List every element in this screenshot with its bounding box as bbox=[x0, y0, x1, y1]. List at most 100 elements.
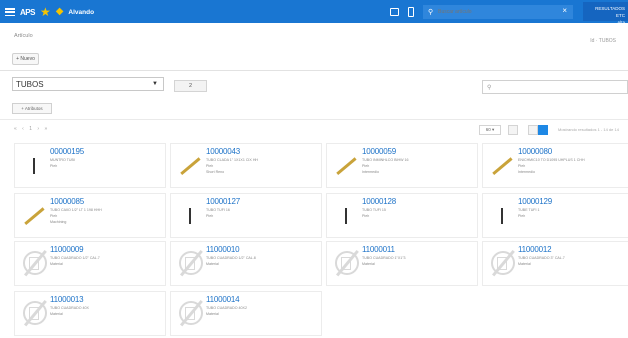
product-type: Material bbox=[206, 312, 219, 316]
product-card[interactable]: 00000195 MUNTRO TUBI Pieh bbox=[14, 143, 166, 188]
brand-name[interactable]: Alvando bbox=[68, 9, 94, 16]
top-bar-left: APS ★ ◆ Alvando bbox=[5, 5, 94, 19]
star-icon[interactable]: ★ bbox=[40, 6, 51, 18]
product-type: Pieh bbox=[362, 214, 370, 218]
filter-search[interactable]: ⚲ bbox=[482, 80, 628, 94]
product-type: Pieh bbox=[518, 214, 526, 218]
product-code[interactable]: 11000009 bbox=[50, 245, 84, 254]
product-description: TUBO CAIIO 1/2" LT 1 198 HHH bbox=[50, 208, 102, 212]
product-description: ENICHMIC10 TO D1095 UHPLUS 1 CHH bbox=[518, 158, 585, 162]
product-card[interactable]: 10000085 TUBO CAIIO 1/2" LT 1 198 HHH Pieh… bbox=[14, 193, 166, 238]
product-type: Material bbox=[518, 262, 531, 266]
phone-icon[interactable] bbox=[408, 6, 414, 17]
product-code[interactable]: 11000010 bbox=[206, 245, 240, 254]
product-code[interactable]: 10000085 bbox=[50, 197, 84, 206]
product-group: Intermedio bbox=[518, 170, 535, 174]
product-description: TUBO CUADRADO 1/2" CAL.7 bbox=[50, 256, 100, 260]
product-thumbnail bbox=[489, 152, 515, 182]
product-description: MUNTRO TUBI bbox=[50, 158, 75, 162]
product-card[interactable]: 10000059 TUBO INMINHLCO BIHW 16 Pieh Interm… bbox=[326, 143, 478, 188]
product-thumbnail bbox=[21, 152, 47, 182]
global-search-input[interactable] bbox=[438, 8, 549, 15]
product-group: Intermedio bbox=[362, 170, 379, 174]
product-type: Material bbox=[362, 262, 375, 266]
user-role: Alta bbox=[617, 20, 625, 25]
product-description: TUBO CLADA 1" 1X1X1 CIX HH bbox=[206, 158, 259, 162]
product-type: Pieh bbox=[206, 164, 214, 168]
product-code[interactable]: 11000012 bbox=[518, 245, 552, 254]
product-code[interactable]: 10000128 bbox=[362, 197, 396, 206]
product-type: Pieh bbox=[206, 214, 214, 218]
page-id: Id · TUBOS bbox=[590, 38, 616, 44]
product-card[interactable]: 11000011 TUBO CUADRADO 1"X1"3 Material bbox=[326, 241, 478, 286]
product-type: Material bbox=[206, 262, 219, 266]
product-card[interactable]: 10000129 TUBE TUFI 1 Pieh bbox=[482, 193, 628, 238]
product-type: Pieh bbox=[50, 164, 58, 168]
product-thumbnail bbox=[333, 202, 359, 232]
product-card[interactable]: 11000010 TUBO CUADRADO 1/2" CAL.8 Material bbox=[170, 241, 322, 286]
product-thumbnail bbox=[177, 152, 203, 182]
brand-icon: ◆ bbox=[55, 6, 64, 17]
product-description: TUBO TUFI 15 bbox=[362, 208, 386, 212]
product-card[interactable]: 10000128 TUBO TUFI 15 Pieh bbox=[326, 193, 478, 238]
product-card[interactable]: 11000012 TUBO CUADRADO 3" CAL.7 Material bbox=[482, 241, 628, 286]
chat-icon[interactable] bbox=[390, 7, 399, 16]
product-description: TUBO INMINHLCO BIHW 16 bbox=[362, 158, 409, 162]
product-description: TUBO CUADRADO 1/2" CAL.8 bbox=[206, 256, 256, 260]
product-type: Pieh bbox=[362, 164, 370, 168]
product-description: TUBO CUADRADO 40X2 bbox=[206, 306, 247, 310]
product-group: Short Reno bbox=[206, 170, 225, 174]
category-select[interactable]: TUBOS ▼ bbox=[12, 77, 164, 91]
product-card[interactable]: 11000013 TUBO CUADRADO 40X Material bbox=[14, 291, 166, 336]
chevron-down-icon: ▼ bbox=[152, 81, 158, 87]
product-thumbnail bbox=[333, 152, 359, 182]
product-group: Machining bbox=[50, 220, 67, 224]
global-search: ⚲ × bbox=[423, 4, 573, 19]
product-code[interactable]: 11000011 bbox=[362, 245, 395, 254]
app-logo[interactable]: APS bbox=[20, 8, 35, 17]
no-image-icon bbox=[21, 299, 47, 330]
product-card[interactable]: 10000127 TUBO TUFI 16 Pieh bbox=[170, 193, 322, 238]
hamburger-icon[interactable] bbox=[5, 8, 15, 16]
product-code[interactable]: 10000043 bbox=[206, 147, 240, 156]
product-description: TUBO CUADRADO 3" CAL.7 bbox=[518, 256, 565, 260]
search-icon: ⚲ bbox=[487, 84, 492, 91]
product-card[interactable]: 11000009 TUBO CUADRADO 1/2" CAL.7 Material bbox=[14, 241, 166, 286]
divider bbox=[0, 70, 628, 71]
product-thumbnail bbox=[177, 202, 203, 232]
product-description: TUBO CUADRADO 40X bbox=[50, 306, 89, 310]
top-bar: APS ★ ◆ Alvando ⚲ × RESULTADOS ETC Alta bbox=[0, 0, 628, 25]
grid-view-button[interactable] bbox=[528, 125, 538, 135]
product-card[interactable]: 11000014 TUBO CUADRADO 40X2 Material bbox=[170, 291, 322, 336]
attributes-button[interactable]: + Atributos bbox=[12, 103, 52, 114]
pagination[interactable]: « ‹ 1 › » bbox=[14, 126, 49, 132]
product-code[interactable]: 10000059 bbox=[362, 147, 396, 156]
product-card[interactable]: 10000043 TUBO CLADA 1" 1X1X1 CIX HH Pieh Sh… bbox=[170, 143, 322, 188]
product-thumbnail bbox=[489, 202, 515, 232]
product-code[interactable]: 11000013 bbox=[50, 295, 84, 304]
user-menu[interactable]: RESULTADOS ETC Alta bbox=[583, 2, 628, 25]
user-name: RESULTADOS ETC bbox=[595, 6, 625, 18]
count-button[interactable]: 2 bbox=[174, 80, 207, 92]
card-view-button[interactable] bbox=[538, 125, 548, 135]
product-code[interactable]: 10000127 bbox=[206, 197, 240, 206]
product-type: Material bbox=[50, 312, 63, 316]
product-code[interactable]: 00000195 bbox=[50, 147, 84, 156]
product-card[interactable]: 10000080 ENICHMIC10 TO D1095 UHPLUS 1 CHH… bbox=[482, 143, 628, 188]
per-page-select[interactable]: 60 ▾ bbox=[479, 125, 501, 135]
product-type: Pieh bbox=[50, 214, 58, 218]
close-icon[interactable]: × bbox=[562, 6, 567, 15]
new-button[interactable]: + Nuevo bbox=[12, 53, 39, 65]
search-icon[interactable]: ⚲ bbox=[428, 8, 433, 16]
product-code[interactable]: 10000080 bbox=[518, 147, 552, 156]
breadcrumb[interactable]: Artículo bbox=[14, 33, 33, 39]
product-description: TUBE TUFI 1 bbox=[518, 208, 540, 212]
product-type: Material bbox=[50, 262, 63, 266]
list-view-button[interactable] bbox=[508, 125, 518, 135]
product-type: Pieh bbox=[518, 164, 526, 168]
product-code[interactable]: 10000129 bbox=[518, 197, 552, 206]
product-description: TUBO CUADRADO 1"X1"3 bbox=[362, 256, 406, 260]
product-code[interactable]: 11000014 bbox=[206, 295, 240, 304]
top-bar-right: ⚲ × bbox=[390, 4, 573, 19]
no-image-icon bbox=[21, 249, 47, 280]
